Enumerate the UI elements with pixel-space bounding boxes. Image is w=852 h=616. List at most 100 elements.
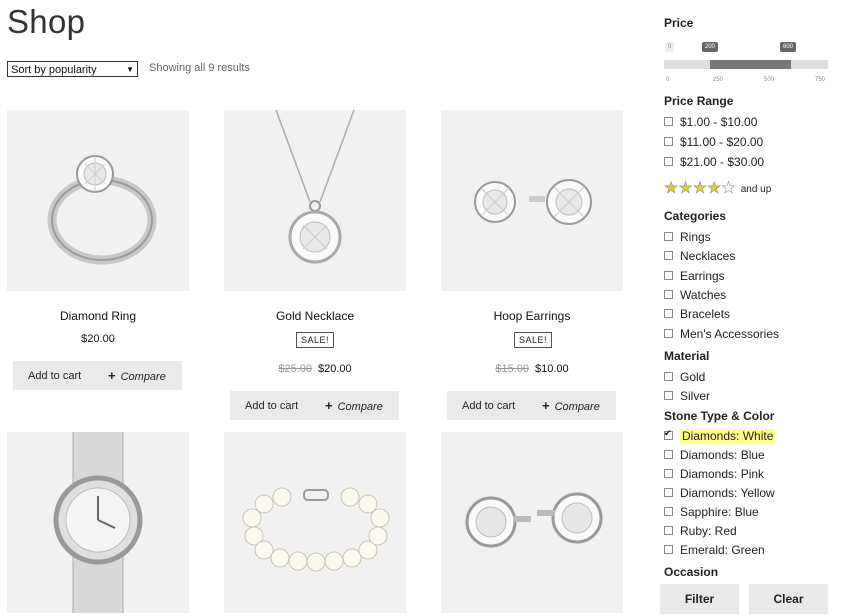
- occasion-heading: Occasion: [664, 565, 719, 579]
- option-label: $21.00 - $30.00: [680, 154, 765, 169]
- checkbox[interactable]: [664, 372, 673, 381]
- compare-button[interactable]: + Compare: [542, 398, 600, 413]
- star-filled-icon[interactable]: ★: [707, 180, 722, 197]
- option-label: Watches: [680, 287, 727, 302]
- price-range-option[interactable]: $11.00 - $20.00: [664, 134, 763, 149]
- product-name[interactable]: Gold Necklace: [224, 309, 406, 323]
- stone-option[interactable]: Diamonds: Blue: [664, 447, 765, 462]
- results-count: Showing all 9 results: [149, 62, 250, 74]
- product-image-bracelet[interactable]: [224, 432, 406, 613]
- product-image-ring[interactable]: [7, 110, 189, 291]
- price-low-tooltip: 200: [702, 42, 719, 52]
- stone-option[interactable]: Ruby: Red: [664, 523, 737, 538]
- ring-image: [47, 155, 157, 265]
- sort-select[interactable]: Sort by popularity ▼: [7, 61, 138, 77]
- product-image-necklace[interactable]: [224, 110, 406, 291]
- option-label: Diamonds: White: [680, 428, 776, 443]
- checkbox[interactable]: [664, 290, 673, 299]
- product-price: $25.00 $20.00: [224, 363, 406, 375]
- checkbox[interactable]: [664, 469, 673, 478]
- checkbox[interactable]: [664, 271, 673, 280]
- checkbox[interactable]: [664, 137, 673, 146]
- option-label: Silver: [680, 388, 711, 403]
- star-empty-icon[interactable]: ★: [721, 180, 736, 197]
- option-label: Diamonds: Blue: [680, 447, 765, 462]
- plus-icon: +: [325, 398, 333, 413]
- compare-label: Compare: [337, 401, 383, 413]
- add-to-cart-button[interactable]: Add to cart: [13, 370, 108, 382]
- current-price: $10.00: [535, 363, 569, 375]
- rating-label: and up: [740, 183, 772, 195]
- product-actions: Add to cart + Compare: [230, 391, 399, 420]
- category-option[interactable]: Rings: [664, 229, 711, 244]
- compare-button[interactable]: + Compare: [108, 368, 166, 383]
- star-filled-icon[interactable]: ★: [692, 180, 707, 197]
- rating-filter[interactable]: ★ ★ ★ ★ ★ and up: [664, 180, 772, 197]
- category-option[interactable]: Earrings: [664, 268, 725, 283]
- sale-badge: SALE!: [514, 332, 553, 348]
- category-option[interactable]: Men's Accessories: [664, 326, 779, 341]
- category-option[interactable]: Necklaces: [664, 248, 735, 263]
- slider-range[interactable]: [710, 60, 791, 69]
- star-filled-icon[interactable]: ★: [664, 180, 679, 197]
- product-image-cufflinks[interactable]: [441, 432, 623, 613]
- checkbox[interactable]: [664, 329, 673, 338]
- compare-button[interactable]: + Compare: [325, 398, 383, 413]
- checkbox[interactable]: [664, 526, 673, 535]
- star-filled-icon[interactable]: ★: [678, 180, 693, 197]
- earrings-image: [474, 179, 592, 225]
- checkbox[interactable]: [664, 232, 673, 241]
- page-title: Shop: [7, 3, 86, 40]
- add-to-cart-button[interactable]: Add to cart: [447, 400, 542, 412]
- slider-tick: 0: [666, 77, 670, 83]
- chevron-down-icon: ▼: [126, 65, 134, 74]
- material-option[interactable]: Silver: [664, 388, 710, 403]
- option-label: $1.00 - $10.00: [680, 114, 758, 129]
- add-to-cart-button[interactable]: Add to cart: [230, 400, 325, 412]
- filter-button[interactable]: Filter: [660, 584, 739, 614]
- sort-select-value: Sort by popularity: [11, 64, 97, 76]
- stone-option[interactable]: Emerald: Green: [664, 542, 765, 557]
- checkbox[interactable]: [664, 251, 673, 260]
- price-range-option[interactable]: $1.00 - $10.00: [664, 114, 757, 129]
- checkbox[interactable]: [664, 507, 673, 516]
- categories-heading: Categories: [664, 209, 727, 223]
- stone-option[interactable]: Diamonds: Pink: [664, 466, 764, 481]
- checkbox[interactable]: [664, 117, 673, 126]
- checkbox[interactable]: [664, 545, 673, 554]
- price-range-option[interactable]: $21.00 - $30.00: [664, 154, 764, 169]
- stone-heading: Stone Type & Color: [664, 409, 775, 423]
- price-heading: Price: [664, 16, 694, 30]
- stone-option[interactable]: Diamonds: Yellow: [664, 485, 775, 500]
- checkbox[interactable]: [664, 309, 673, 318]
- stone-option[interactable]: Sapphire: Blue: [664, 504, 759, 519]
- clear-button[interactable]: Clear: [749, 584, 828, 614]
- product-name[interactable]: Hoop Earrings: [441, 309, 623, 323]
- material-option[interactable]: Gold: [664, 369, 705, 384]
- product-actions: Add to cart + Compare: [13, 361, 182, 390]
- option-label: Sapphire: Blue: [680, 504, 759, 519]
- option-label: Diamonds: Pink: [680, 466, 765, 481]
- checkbox-checked[interactable]: [664, 428, 673, 440]
- product-actions: Add to cart + Compare: [447, 391, 616, 420]
- checkbox[interactable]: [664, 391, 673, 400]
- checkbox[interactable]: [664, 157, 673, 166]
- product-image-earrings[interactable]: [441, 110, 623, 291]
- category-option[interactable]: Bracelets: [664, 306, 730, 321]
- material-heading: Material: [664, 349, 710, 363]
- product-name[interactable]: Diamond Ring: [7, 309, 189, 323]
- slider-tick: 750: [815, 77, 826, 83]
- price-slider[interactable]: 0 200 600 0 250 500 750: [664, 42, 828, 88]
- option-label: Emerald: Green: [680, 542, 765, 557]
- slider-tick: 250: [713, 77, 724, 83]
- sale-badge: SALE!: [296, 332, 335, 348]
- checkbox[interactable]: [664, 488, 673, 497]
- checkbox[interactable]: [664, 450, 673, 459]
- stone-option[interactable]: Diamonds: White: [664, 428, 776, 443]
- slider-tick: 500: [764, 77, 775, 83]
- option-label: Men's Accessories: [680, 326, 779, 341]
- product-image-watch[interactable]: [7, 432, 189, 613]
- option-label: Ruby: Red: [680, 523, 737, 538]
- category-option[interactable]: Watches: [664, 287, 726, 302]
- option-label: Rings: [680, 229, 711, 244]
